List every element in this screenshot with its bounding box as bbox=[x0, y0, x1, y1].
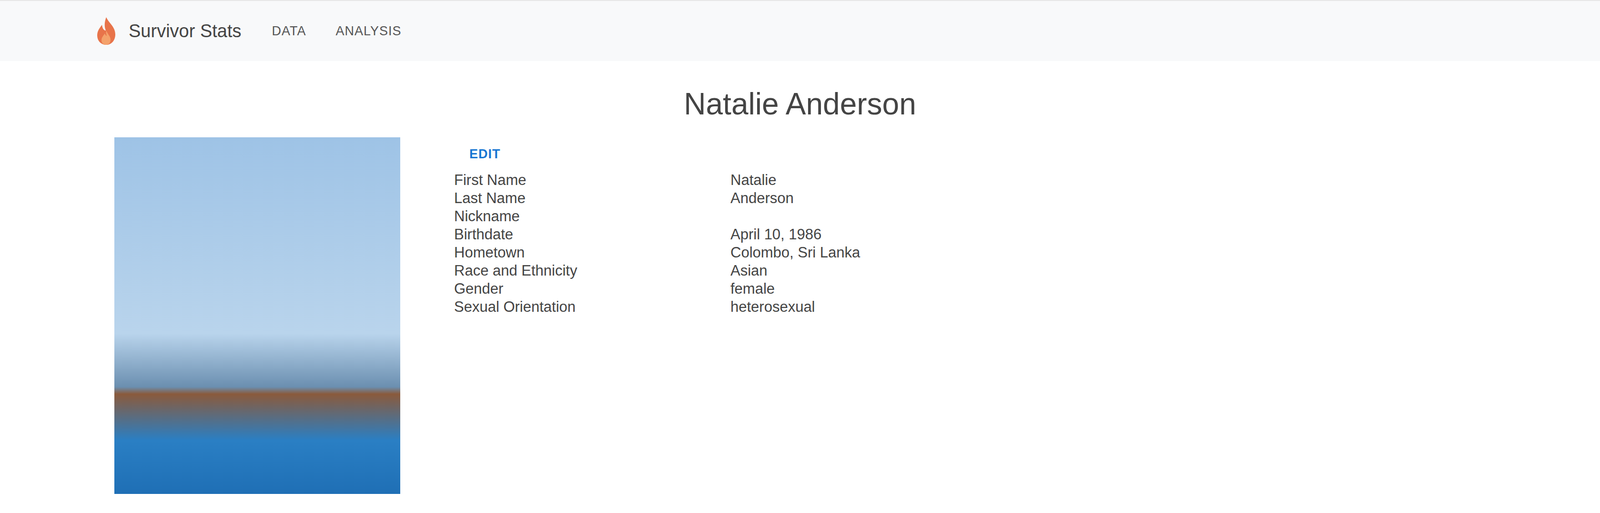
brand-name[interactable]: Survivor Stats bbox=[128, 20, 242, 42]
detail-label: Sexual Orientation bbox=[454, 297, 731, 316]
detail-row: HometownColombo, Sri Lanka bbox=[454, 243, 861, 262]
detail-label: Gender bbox=[454, 279, 731, 298]
detail-label: Last Name bbox=[454, 189, 731, 208]
detail-label: Nickname bbox=[454, 207, 731, 226]
detail-value: Anderson bbox=[730, 189, 861, 208]
detail-label: Hometown bbox=[454, 243, 731, 262]
navbar: Survivor Stats DATA ANALYSIS bbox=[0, 0, 1600, 61]
profile-content: EDIT First NameNatalieLast NameAndersonNi… bbox=[0, 137, 1600, 494]
detail-row: BirthdateApril 10, 1986 bbox=[454, 225, 861, 244]
detail-value: Natalie bbox=[730, 171, 861, 190]
profile-photo bbox=[114, 137, 401, 494]
detail-row: Last NameAnderson bbox=[454, 189, 861, 208]
detail-label: First Name bbox=[454, 171, 731, 190]
edit-button[interactable]: EDIT bbox=[454, 143, 517, 165]
detail-value: Colombo, Sri Lanka bbox=[730, 243, 861, 262]
profile-details: EDIT First NameNatalieLast NameAndersonNi… bbox=[454, 137, 861, 494]
detail-label: Race and Ethnicity bbox=[454, 261, 731, 280]
detail-value: heterosexual bbox=[730, 297, 861, 316]
detail-row: Genderfemale bbox=[454, 279, 861, 298]
detail-label: Birthdate bbox=[454, 225, 731, 244]
detail-value: Asian bbox=[730, 261, 861, 280]
flame-icon bbox=[94, 16, 119, 46]
nav-link[interactable]: DATA bbox=[272, 23, 307, 39]
page: Survivor Stats DATA ANALYSIS Natalie Anders… bbox=[0, 0, 1600, 513]
page-title: Natalie Anderson bbox=[0, 84, 1600, 123]
detail-row: First NameNatalie bbox=[454, 171, 861, 190]
detail-value: female bbox=[730, 279, 861, 298]
detail-row: Race and EthnicityAsian bbox=[454, 261, 861, 280]
nav-links: DATA ANALYSIS bbox=[272, 23, 402, 39]
nav-link[interactable]: ANALYSIS bbox=[335, 23, 402, 39]
brand[interactable]: Survivor Stats bbox=[94, 16, 242, 46]
detail-row: Sexual Orientationheterosexual bbox=[454, 297, 861, 316]
detail-value: April 10, 1986 bbox=[730, 225, 861, 244]
detail-row: Nickname bbox=[454, 207, 861, 226]
